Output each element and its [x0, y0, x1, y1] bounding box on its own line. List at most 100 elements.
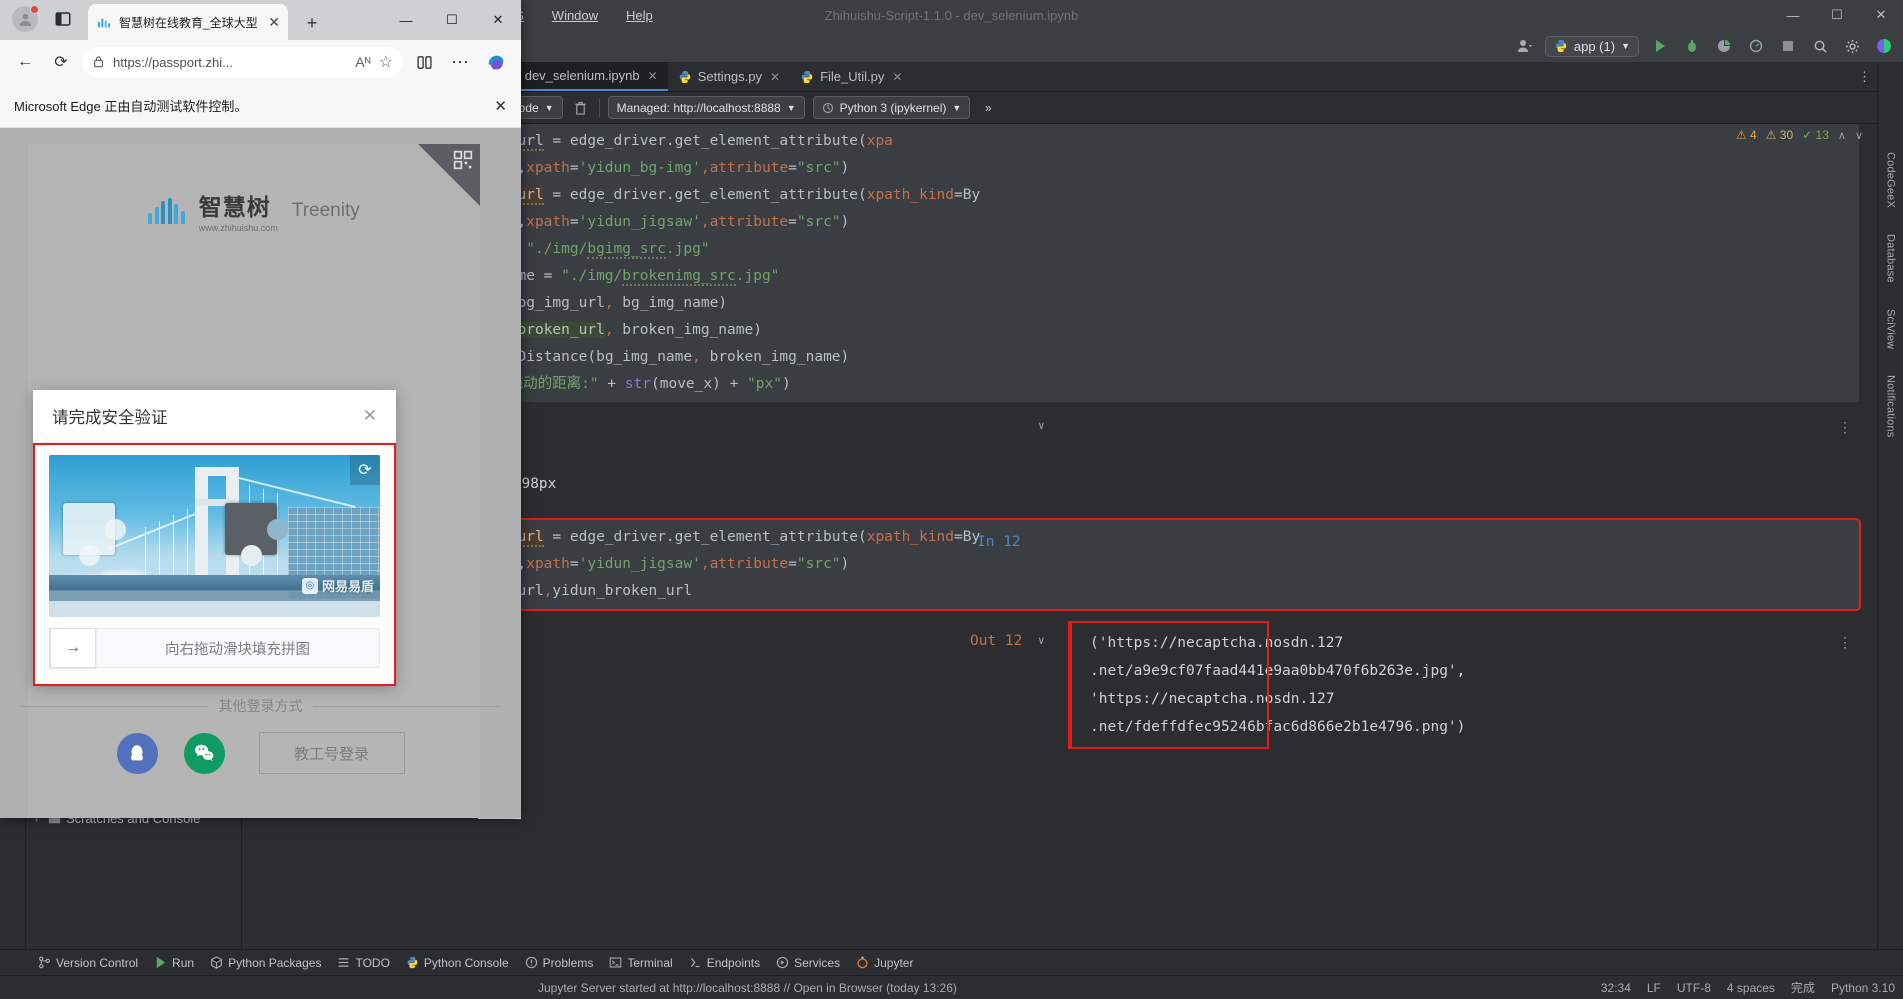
reload-button[interactable]: ⟳ [46, 47, 76, 77]
indent-setting[interactable]: 4 spaces [1727, 981, 1775, 995]
edge-minimize-button[interactable]: — [383, 0, 429, 40]
ide-minimize-button[interactable]: — [1771, 0, 1815, 30]
toolwindow-codegeex[interactable]: CodeGeeX [1885, 152, 1897, 208]
ai-assistant-icon[interactable] [1873, 35, 1895, 57]
toolwindow-sciview[interactable]: SciView [1885, 309, 1897, 349]
back-button[interactable]: ← [10, 47, 40, 77]
profile-button[interactable] [1745, 35, 1767, 57]
captcha-slider-handle[interactable]: → [50, 628, 96, 668]
more-options-icon[interactable]: ⋯ [445, 47, 475, 77]
file-encoding[interactable]: UTF-8 [1677, 981, 1711, 995]
browser-tab-title: 智慧树在线教育_全球大型 [119, 15, 258, 30]
bottom-tool-python-packages[interactable]: Python Packages [210, 956, 321, 970]
bottom-tool-label: Jupyter [874, 955, 914, 970]
water [49, 601, 380, 617]
tab-overflow-icon[interactable]: ⋮ [1858, 62, 1871, 92]
debug-button[interactable] [1681, 35, 1703, 57]
coverage-button[interactable] [1713, 35, 1735, 57]
close-icon[interactable]: ✕ [770, 70, 780, 84]
cell-options-icon[interactable]: ⋮ [1838, 634, 1853, 651]
run-configuration-selector[interactable]: app (1) ▼ [1544, 35, 1639, 57]
bottom-tool-problems[interactable]: Problems [525, 955, 594, 970]
search-everywhere-icon[interactable] [1809, 35, 1831, 57]
python-interpreter[interactable]: Python 3.10 [1831, 981, 1895, 995]
cell-input-prompt: In 12 [977, 534, 1021, 550]
bottom-tool-version-control[interactable]: Version Control [38, 956, 138, 970]
code-editor-1[interactable]: 2yidun_bg_img_url = edge_driver.get_elem… [370, 124, 1859, 402]
close-icon[interactable]: ✕ [363, 406, 377, 426]
close-icon[interactable]: ✕ [268, 14, 280, 31]
qr-code-icon [453, 150, 473, 170]
caret-position[interactable]: 32:34 [1601, 981, 1631, 995]
gear-icon[interactable] [1841, 35, 1863, 57]
bottom-tool-todo[interactable]: TODO [337, 955, 390, 970]
captcha-slider[interactable]: → 向右拖动滑块填充拼图 [49, 628, 380, 668]
wechat-login-button[interactable] [183, 732, 225, 774]
next-problem-icon[interactable]: ∨ [1855, 129, 1863, 142]
cell-options-icon[interactable]: ⋮ [1838, 419, 1853, 436]
edge-close-button[interactable]: ✕ [475, 0, 521, 40]
user-icon[interactable] [1513, 35, 1535, 57]
code-editor-2[interactable]: 1yidun_broken_url = edge_driver.get_elem… [368, 518, 1861, 611]
edge-browser-window: 智慧树在线教育_全球大型 ✕ + — ☐ ✕ ← ⟳ https://passp… [0, 0, 521, 818]
toolwindow-database[interactable]: Database [1885, 234, 1897, 283]
read-aloud-icon[interactable]: Aᴺ [355, 54, 370, 70]
kernel-selector[interactable]: Python 3 (ipykernel) ▼ [812, 96, 971, 119]
output-line: 获取验证码图片成功 [388, 442, 1859, 470]
third-party-login-row: 教工号登录 [0, 732, 521, 774]
close-icon[interactable]: ✕ [494, 97, 507, 115]
close-icon[interactable]: ✕ [648, 69, 658, 83]
new-tab-button[interactable]: + [300, 11, 324, 35]
editor-tab-Settings-py[interactable]: Settings.py ✕ [668, 62, 790, 91]
captcha-body: ⟳ ◎ 网易易盾 → 向右拖动滑块填充拼图 [33, 443, 396, 686]
bottom-tool-label: Services [794, 955, 841, 970]
delete-cell-icon[interactable] [571, 98, 591, 118]
line-separator[interactable]: LF [1647, 981, 1661, 995]
menu-window[interactable]: Window [546, 6, 604, 25]
lock-icon [94, 56, 103, 68]
branch-indicator[interactable]: 完成 [1791, 979, 1815, 996]
bottom-tool-terminal[interactable]: Terminal [609, 956, 673, 970]
captcha-refresh-button[interactable]: ⟳ [350, 455, 380, 485]
editor-tab-File_Util-py[interactable]: File_Util.py ✕ [790, 62, 912, 91]
ide-close-button[interactable]: ✕ [1859, 0, 1903, 30]
copilot-icon[interactable] [481, 47, 511, 77]
split-screen-icon[interactable] [409, 47, 439, 77]
jupyter-server-selector[interactable]: Managed: http://localhost:8888 ▼ [607, 96, 805, 119]
output-line: .net/fdeffdfec95246bfac6d866e2b1e4796.pn… [1090, 719, 1466, 735]
toolbar-overflow-icon[interactable]: » [978, 98, 998, 118]
browser-tab[interactable]: 智慧树在线教育_全球大型 ✕ [88, 4, 288, 40]
bottom-tool-python-console[interactable]: Python Console [406, 956, 509, 970]
favorite-icon[interactable]: ☆ [379, 52, 393, 72]
captcha-background-image: ⟳ ◎ 网易易盾 [49, 455, 380, 617]
output-collapse-chevron[interactable]: ∨ [1038, 419, 1045, 432]
bottom-tool-jupyter[interactable]: Jupyter [856, 956, 913, 970]
bottom-tool-label: Version Control [56, 955, 139, 970]
address-bar[interactable]: https://passport.zhi... Aᴺ ☆ [82, 47, 403, 77]
bottom-tool-label: Problems [542, 955, 594, 970]
menu-help[interactable]: Help [620, 6, 659, 25]
bottom-tool-run[interactable]: Run [154, 956, 194, 970]
bottom-tool-label: TODO [355, 955, 390, 970]
tab-actions-icon[interactable] [50, 6, 76, 32]
bottom-tool-endpoints[interactable]: Endpoints [689, 956, 760, 970]
stop-button[interactable] [1777, 35, 1799, 57]
edge-tab-strip: 智慧树在线教育_全球大型 ✕ + — ☐ ✕ [0, 0, 521, 40]
status-bar-right: 32:34 LF UTF-8 4 spaces 完成 Python 3.10 [1601, 979, 1895, 996]
toolwindow-notifications[interactable]: Notifications [1885, 375, 1897, 438]
editor-tab-label: File_Util.py [820, 69, 885, 84]
close-icon[interactable]: ✕ [892, 70, 902, 84]
bottom-tool-label: Python Console [423, 955, 509, 970]
qq-login-button[interactable] [116, 732, 158, 774]
output-collapse-chevron[interactable]: ∨ [1038, 634, 1045, 647]
bottom-tool-services[interactable]: Services [776, 956, 840, 970]
avatar[interactable] [12, 5, 39, 32]
inspection-widget[interactable]: ⚠ 4 ⚠ 30 ✓ 13 ∧ ∨ [1736, 128, 1863, 142]
edge-maximize-button[interactable]: ☐ [429, 0, 475, 40]
output-line: 验证码拖动的距离:198px [388, 470, 1859, 498]
captcha-puzzle-piece[interactable] [225, 503, 288, 566]
prev-problem-icon[interactable]: ∧ [1838, 129, 1846, 142]
ide-maximize-button[interactable]: ☐ [1815, 0, 1859, 30]
staff-login-button[interactable]: 教工号登录 [258, 732, 405, 774]
run-button[interactable] [1649, 35, 1671, 57]
